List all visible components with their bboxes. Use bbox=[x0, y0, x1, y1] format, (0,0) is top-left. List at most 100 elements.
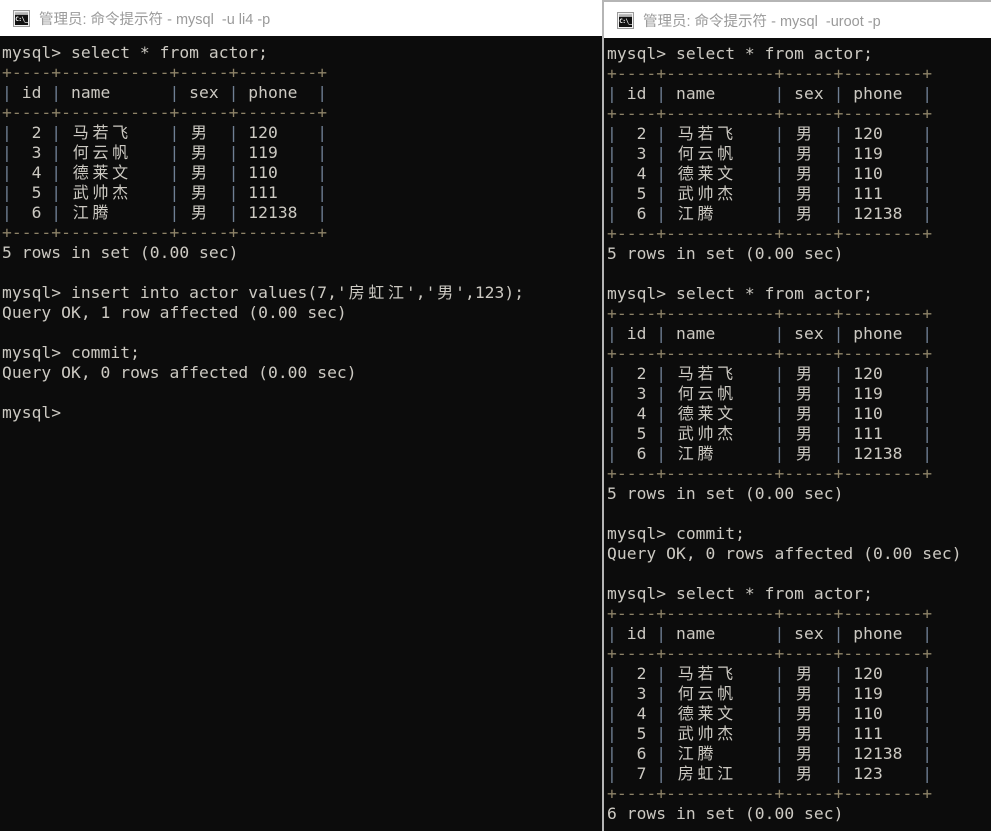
console-char: - bbox=[159, 103, 170, 122]
console-char: 3 bbox=[636, 144, 647, 163]
console-char: r bbox=[21, 243, 32, 262]
console-char: 2 bbox=[636, 124, 647, 143]
console-char: 江 bbox=[677, 744, 694, 763]
console-char: - bbox=[100, 63, 111, 82]
console-char: - bbox=[804, 344, 814, 363]
console-char: + bbox=[922, 304, 933, 323]
console-char: - bbox=[695, 104, 706, 123]
console-line: | i d | n a m e | s e x | p h o n e | bbox=[2, 83, 604, 103]
console-char: 男 bbox=[437, 283, 454, 302]
console-char: c bbox=[823, 804, 834, 823]
console-char: - bbox=[61, 223, 71, 242]
console-char: 4 bbox=[31, 163, 42, 182]
console-char: 杰 bbox=[717, 184, 734, 203]
console-char: 男 bbox=[795, 204, 812, 223]
console-char: , bbox=[415, 283, 426, 302]
console-line: 6 r o w s i n s e t(0. 0 0 s e c) bbox=[607, 804, 991, 824]
console-char: s bbox=[804, 244, 814, 263]
console-char: - bbox=[11, 103, 22, 122]
titlebar-li4[interactable]: C:\_ 管理员: 命令提示符 - mysql -u li4 -p bbox=[0, 0, 604, 36]
console-char: - bbox=[872, 304, 883, 323]
console-char: + bbox=[169, 103, 180, 122]
console-char: - bbox=[636, 224, 647, 243]
console-char: - bbox=[794, 784, 804, 803]
console-char: - bbox=[267, 223, 278, 242]
console-char: - bbox=[248, 223, 259, 242]
console-char: t bbox=[725, 244, 736, 263]
console-line: | 3 | 何云帆 | 男 | 1 1 9 | bbox=[2, 143, 604, 163]
console-line: + - - - - + - - - - - - - - - - - + - - - - - + - - - - - - - - + bbox=[607, 104, 991, 124]
console-char: 莱 bbox=[697, 164, 714, 183]
console-char: 1 bbox=[872, 184, 883, 203]
console-char: ( bbox=[139, 243, 150, 262]
console-char: 云 bbox=[92, 143, 109, 162]
console-char: s bbox=[51, 243, 62, 262]
console-output-li4[interactable]: m y s q l > s e l e c t * f r o m a c t o r; + - - - - + - - - - - - - - - - -… bbox=[0, 36, 604, 831]
console-char: - bbox=[705, 604, 716, 623]
console-char: c bbox=[715, 584, 726, 603]
console-char: l bbox=[41, 43, 52, 62]
console-char: - bbox=[287, 63, 298, 82]
console-char: e bbox=[892, 624, 903, 643]
console-char: n bbox=[80, 283, 91, 302]
console-char: s bbox=[297, 283, 308, 302]
console-char: | bbox=[228, 203, 239, 222]
console-char: - bbox=[843, 104, 854, 123]
console-char: i bbox=[626, 324, 637, 343]
console-char: - bbox=[853, 784, 864, 803]
console-char: 飞 bbox=[717, 364, 734, 383]
console-char: - bbox=[813, 784, 824, 803]
console-char: - bbox=[853, 104, 864, 123]
console-char: 4 bbox=[636, 704, 647, 723]
console-char: 1 bbox=[248, 163, 259, 182]
console-char: 7 bbox=[317, 283, 328, 302]
console-char: - bbox=[70, 103, 81, 122]
console-char: . bbox=[764, 484, 775, 503]
console-char: - bbox=[735, 644, 745, 663]
console-char: 1 bbox=[853, 364, 864, 383]
console-line: Qu e r y O K, 1 r o w a f f e c t e d(0. 0 0 s e c) bbox=[2, 303, 604, 323]
console-char: - bbox=[616, 464, 627, 483]
console-char: - bbox=[208, 63, 219, 82]
console-char: | bbox=[922, 744, 933, 763]
console-char: ' bbox=[455, 283, 465, 302]
console-char: | bbox=[833, 364, 844, 383]
console-char: - bbox=[199, 63, 209, 82]
console-char: - bbox=[626, 104, 637, 123]
console-char: 男 bbox=[795, 364, 812, 383]
console-window-root[interactable]: C:\_ 管理员: 命令提示符 - mysql -uroot -p m y s q l >… bbox=[602, 0, 991, 831]
console-char: - bbox=[853, 644, 864, 663]
console-char: - bbox=[794, 344, 804, 363]
console-char: - bbox=[715, 344, 726, 363]
console-char: 文 bbox=[717, 164, 734, 183]
console-char: r bbox=[853, 44, 864, 63]
console-char: 1 bbox=[853, 124, 864, 143]
console-char: t bbox=[228, 43, 239, 62]
console-char: - bbox=[100, 223, 111, 242]
console-char: x bbox=[208, 83, 219, 102]
console-char: | bbox=[922, 164, 933, 183]
console-char: , bbox=[327, 283, 337, 302]
console-char: - bbox=[843, 304, 854, 323]
console-line: + - - - - + - - - - - - - - - - - + - - - - - + - - - - - - - - + bbox=[607, 64, 991, 84]
console-char: - bbox=[892, 464, 903, 483]
console-char: q bbox=[31, 403, 42, 422]
console-char: e bbox=[287, 283, 298, 302]
titlebar-root[interactable]: C:\_ 管理员: 命令提示符 - mysql -uroot -p bbox=[604, 2, 991, 38]
console-char: , bbox=[464, 283, 475, 302]
console-char: r bbox=[626, 804, 637, 823]
console-char: - bbox=[636, 64, 647, 83]
console-char: - bbox=[872, 104, 883, 123]
console-char: | bbox=[656, 84, 667, 103]
console-char: l bbox=[267, 283, 278, 302]
console-window-li4[interactable]: C:\_ 管理员: 命令提示符 - mysql -u li4 -p m y s q l >… bbox=[0, 0, 604, 831]
console-char: + bbox=[774, 104, 785, 123]
console-output-root[interactable]: m y s q l > s e l e c t * f r o m a c t o r; + - - - - + - - - - - - - - - - -… bbox=[604, 38, 991, 831]
console-char: 莱 bbox=[697, 704, 714, 723]
console-char: s bbox=[626, 524, 637, 543]
console-char: 男 bbox=[190, 183, 207, 202]
console-line: | 3 | 何云帆 | 男 | 1 1 9 | bbox=[607, 684, 991, 704]
console-char: + bbox=[922, 604, 933, 623]
console-char: - bbox=[616, 224, 627, 243]
console-char: - bbox=[705, 644, 716, 663]
